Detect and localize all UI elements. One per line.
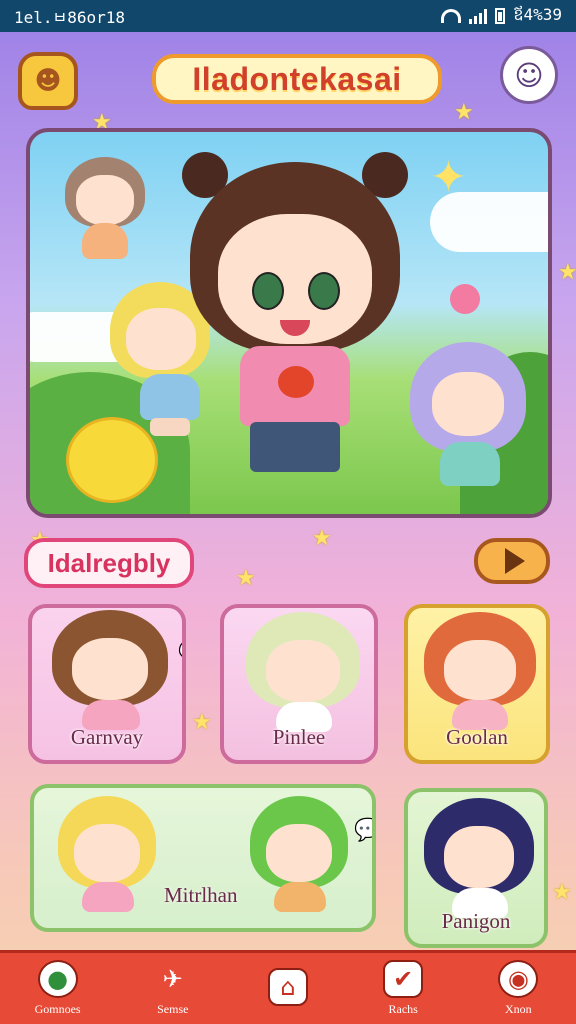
- nav-item-games[interactable]: ● Gomnoes: [10, 960, 106, 1017]
- bottom-nav: ● Gomnoes ✈ Semse ⌂ ✔ Rachs ◉ Xnon: [0, 950, 576, 1024]
- decor-star: ★: [236, 566, 256, 591]
- mascot-button[interactable]: ☺: [500, 46, 558, 104]
- main-chibi-character: [180, 152, 410, 502]
- profile-icon: ◉: [498, 960, 539, 998]
- character-card-wide[interactable]: 💬 Mitrlhan: [30, 784, 376, 932]
- nav-label: Rachs: [388, 1002, 418, 1016]
- play-icon: [505, 548, 525, 574]
- chibi-character: [58, 796, 158, 916]
- speech-bubble-icon: 💬: [178, 640, 182, 665]
- card-label: Panigon: [441, 909, 511, 933]
- plane-icon: ✈: [162, 965, 183, 993]
- nav-label: Semse: [157, 1002, 189, 1016]
- sparkle-star-icon: ✦: [430, 152, 467, 203]
- card-label: Pinlee: [272, 725, 326, 749]
- signal-icon: [469, 8, 488, 24]
- decor-star: ★: [192, 710, 212, 735]
- character-card[interactable]: 💬 Garnvay: [28, 604, 186, 764]
- hero-banner[interactable]: ✦: [26, 128, 552, 518]
- smiley-icon: ☻: [34, 66, 62, 96]
- wifi-icon: [441, 9, 462, 23]
- pink-ball: [450, 284, 480, 314]
- home-button[interactable]: ☻: [18, 52, 78, 110]
- yellow-blob-creature: [66, 417, 158, 503]
- decor-star: ★: [552, 880, 572, 905]
- decor-star: ★: [558, 260, 576, 285]
- status-icons: ឪ4%39: [441, 4, 562, 28]
- speech-bubble-icon: 💬: [354, 818, 372, 843]
- chibi-character: [424, 612, 538, 730]
- nav-label: Xnon: [505, 1002, 532, 1016]
- card-label: Garnvay: [70, 725, 144, 749]
- battery-icon: [495, 8, 506, 24]
- card-label: Mitrlhan: [164, 883, 238, 907]
- section-title: Idalregbly: [24, 538, 194, 588]
- status-bar: 1el.ㅂ86or18 ឪ4%39: [0, 0, 576, 32]
- character-card[interactable]: Pinlee: [220, 604, 378, 764]
- house-icon: ⌂: [267, 967, 308, 1006]
- game-controller-icon: ●: [37, 960, 78, 998]
- nav-item-home[interactable]: ⌂: [240, 967, 336, 1010]
- chibi-character: [410, 342, 530, 502]
- status-time: 1el.ㅂ86or18: [14, 8, 126, 27]
- status-right-text: ឪ4%39: [513, 5, 562, 24]
- nav-item-rachs[interactable]: ✔ Rachs: [355, 960, 451, 1017]
- checkbox-icon: ✔: [383, 960, 424, 998]
- play-button[interactable]: [474, 538, 550, 584]
- ghost-mascot-icon: ☺: [514, 58, 544, 92]
- decor-star: ★: [312, 526, 332, 551]
- nav-item-profile[interactable]: ◉ Xnon: [470, 960, 566, 1017]
- chibi-character: [52, 608, 170, 730]
- chibi-character: [60, 157, 150, 267]
- character-card[interactable]: Panigon: [404, 788, 548, 948]
- nav-label: Gomnoes: [34, 1002, 81, 1016]
- header: ☻ Iladontekasai ☺: [0, 40, 576, 124]
- chibi-character: [250, 796, 350, 920]
- app-title: Iladontekasai: [152, 54, 442, 104]
- card-label: Goolan: [446, 725, 508, 749]
- nav-item-semse[interactable]: ✈ Semse: [125, 960, 221, 1017]
- chibi-character: [246, 612, 362, 732]
- chibi-character: [424, 798, 536, 918]
- character-card[interactable]: Goolan: [404, 604, 550, 764]
